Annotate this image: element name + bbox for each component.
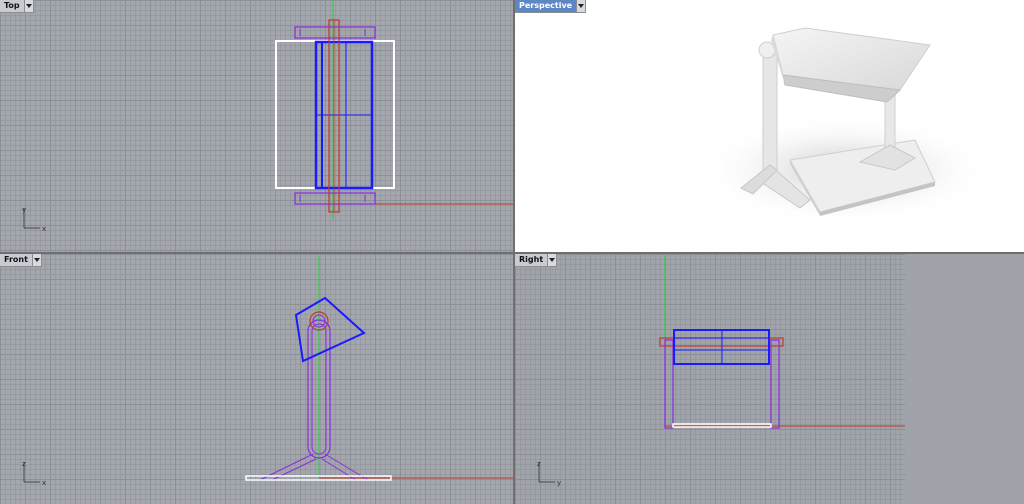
axis-label-z: z [22,460,26,468]
viewport-front[interactable]: Front z x [0,254,513,504]
viewport-title[interactable]: Right [515,254,549,267]
left-post-side [664,339,674,429]
axis-label-x: x [42,225,46,233]
viewport-tab-front[interactable]: Front [0,254,42,267]
axis-gizmo-icon: z y [537,460,561,487]
viewport-menu-dropdown-icon[interactable] [577,0,587,13]
viewport-title[interactable]: Front [0,254,33,267]
front-view-geometry[interactable] [0,254,513,504]
right-view-geometry[interactable] [515,254,1024,504]
left-post [762,54,778,176]
viewport-menu-dropdown-icon[interactable] [24,0,34,13]
bottom-hinge-bar [294,192,376,205]
axis-label-y: y [22,206,26,214]
viewport-top[interactable]: Top y x [0,0,513,252]
viewport-menu-dropdown-icon[interactable] [32,254,42,267]
viewport-title[interactable]: Perspective [515,0,578,13]
top-view-geometry[interactable] [0,0,513,252]
viewport-menu-dropdown-icon[interactable] [548,254,558,267]
rendered-lamp-model[interactable] [515,0,1024,252]
viewport-tab-top[interactable]: Top [0,0,34,13]
top-hinge-bar [294,26,376,39]
viewport-tab-right[interactable]: Right [515,254,558,267]
axis-gizmo-icon: y x [22,206,46,233]
right-post-side [770,339,780,429]
viewport-perspective[interactable]: Perspective [515,0,1024,252]
viewport-right[interactable]: Right z y [515,254,1024,504]
axis-gizmo-icon: z x [22,460,46,487]
axis-label-z: z [537,460,541,468]
viewport-title[interactable]: Top [0,0,25,13]
viewport-tab-perspective[interactable]: Perspective [515,0,587,13]
axis-label-y: y [557,479,561,487]
axis-label-x: x [42,479,46,487]
